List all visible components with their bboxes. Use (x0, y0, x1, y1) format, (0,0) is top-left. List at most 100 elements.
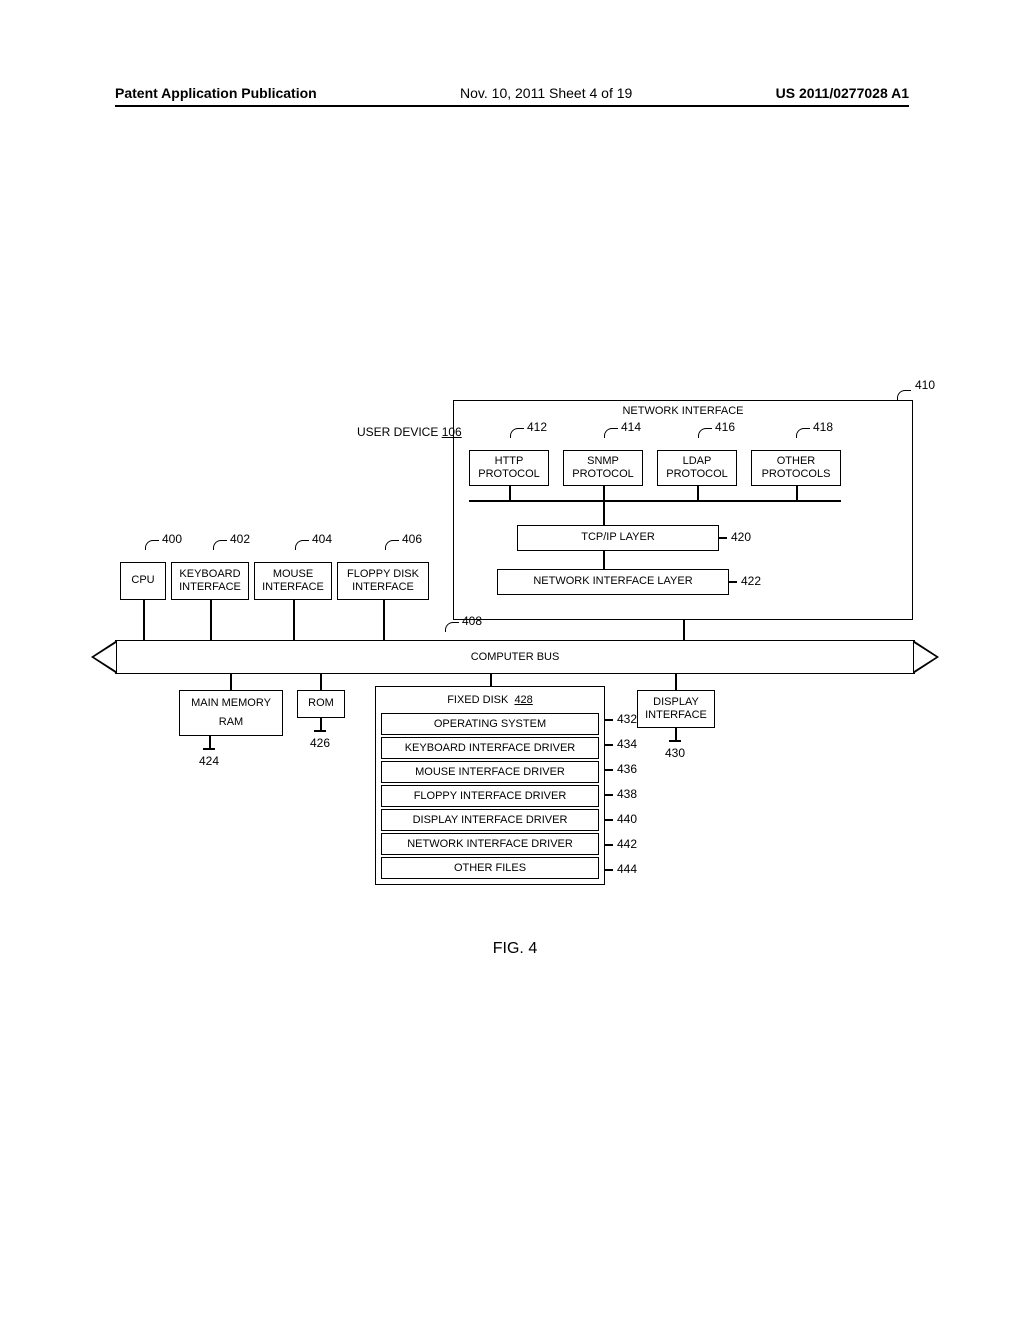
other-files-item: OTHER FILES (381, 857, 599, 879)
c (490, 674, 492, 686)
l: INTERFACE (179, 581, 241, 594)
ref-402: 402 (230, 532, 250, 546)
l: SNMP (587, 455, 619, 468)
l: MOUSE (273, 568, 313, 581)
ref-400: 400 (162, 532, 182, 546)
user-device-text: USER DEVICE (357, 425, 438, 439)
http-protocol-box: HTTP PROTOCOL (469, 450, 549, 486)
display-driver-item: DISPLAY INTERFACE DRIVER (381, 809, 599, 831)
mouse-interface-box: MOUSE INTERFACE (254, 562, 332, 600)
network-driver-item: NETWORK INTERFACE DRIVER (381, 833, 599, 855)
c (669, 740, 681, 742)
l: TCP/IP LAYER (581, 531, 655, 544)
t (605, 719, 613, 721)
ref-hook (698, 428, 712, 438)
t (719, 537, 727, 539)
c (603, 486, 605, 500)
l: 428 (514, 694, 532, 706)
header-center: Nov. 10, 2011 Sheet 4 of 19 (460, 85, 632, 101)
ref-410: 410 (915, 378, 935, 392)
bus-arrow-right-icon (913, 640, 939, 674)
ref-414: 414 (621, 420, 641, 434)
ref-424: 424 (199, 754, 219, 768)
ref-408: 408 (462, 614, 482, 628)
l: DISPLAY INTERFACE DRIVER (413, 814, 568, 826)
ref-406: 406 (402, 532, 422, 546)
l: OTHER FILES (454, 862, 526, 874)
ldap-protocol-box: LDAP PROTOCOL (657, 450, 737, 486)
ref-412: 412 (527, 420, 547, 434)
c (230, 674, 232, 690)
l: INTERFACE (262, 581, 324, 594)
ref-hook (145, 540, 159, 550)
ref-hook (796, 428, 810, 438)
t (605, 794, 613, 796)
l: RAM (219, 716, 243, 729)
keyboard-interface-box: KEYBOARD INTERFACE (171, 562, 249, 600)
tcpip-layer-box: TCP/IP LAYER (517, 525, 719, 551)
t (729, 581, 737, 583)
other-protocols-box: OTHER PROTOCOLS (751, 450, 841, 486)
l: INTERFACE (352, 581, 414, 594)
display-interface-box: DISPLAY INTERFACE (637, 690, 715, 728)
ref-430: 430 (665, 746, 685, 760)
l: NETWORK INTERFACE LAYER (533, 575, 692, 588)
c (683, 620, 685, 640)
ref-438: 438 (617, 787, 637, 801)
c (293, 600, 295, 640)
t (605, 819, 613, 821)
c (603, 551, 605, 569)
network-interface-layer-box: NETWORK INTERFACE LAYER (497, 569, 729, 595)
c (143, 600, 145, 640)
ref-404: 404 (312, 532, 332, 546)
t (605, 769, 613, 771)
page-header: Patent Application Publication Nov. 10, … (115, 85, 909, 107)
ref-440: 440 (617, 812, 637, 826)
l: FLOPPY INTERFACE DRIVER (414, 790, 567, 802)
cpu-box: CPU (120, 562, 166, 600)
l: KEYBOARD INTERFACE DRIVER (405, 742, 576, 754)
l: CPU (131, 574, 154, 587)
floppy-driver-item: FLOPPY INTERFACE DRIVER (381, 785, 599, 807)
l: KEYBOARD (179, 568, 240, 581)
fixed-disk-box: FIXED DISK 428 OPERATING SYSTEM KEYBOARD… (375, 686, 605, 885)
os-item: OPERATING SYSTEM (381, 713, 599, 735)
c (320, 674, 322, 690)
l: OPERATING SYSTEM (434, 718, 546, 730)
l: PROTOCOL (666, 468, 728, 481)
user-device-label: USER DEVICE 106 (357, 425, 462, 439)
ref-416: 416 (715, 420, 735, 434)
l: HTTP (495, 455, 524, 468)
ref-hook (897, 390, 911, 400)
l: OTHER (777, 455, 816, 468)
rom-box: ROM (297, 690, 345, 718)
ref-hook (510, 428, 524, 438)
l: PROTOCOL (572, 468, 634, 481)
kbd-driver-item: KEYBOARD INTERFACE DRIVER (381, 737, 599, 759)
header-left: Patent Application Publication (115, 85, 317, 101)
ref-420: 420 (731, 530, 751, 544)
l: INTERFACE (645, 709, 707, 722)
ref-hook (213, 540, 227, 550)
c (203, 748, 215, 750)
c (697, 486, 699, 500)
c (383, 600, 385, 640)
header-right: US 2011/0277028 A1 (776, 85, 909, 101)
t (605, 744, 613, 746)
l: NETWORK INTERFACE DRIVER (407, 838, 573, 850)
ref-hook (445, 622, 459, 632)
c (314, 730, 326, 732)
l: FLOPPY DISK (347, 568, 419, 581)
ref-442: 442 (617, 837, 637, 851)
ref-434: 434 (617, 737, 637, 751)
figure-caption: FIG. 4 (115, 940, 915, 958)
l: PROTOCOL (478, 468, 540, 481)
l: LDAP (683, 455, 712, 468)
l: PROTOCOLS (762, 468, 831, 481)
l: MAIN MEMORY (191, 697, 271, 710)
fixed-disk-title: FIXED DISK 428 (381, 691, 599, 711)
ref-hook (295, 540, 309, 550)
l: ROM (308, 697, 334, 710)
ref-hook (385, 540, 399, 550)
ref-436: 436 (617, 762, 637, 776)
